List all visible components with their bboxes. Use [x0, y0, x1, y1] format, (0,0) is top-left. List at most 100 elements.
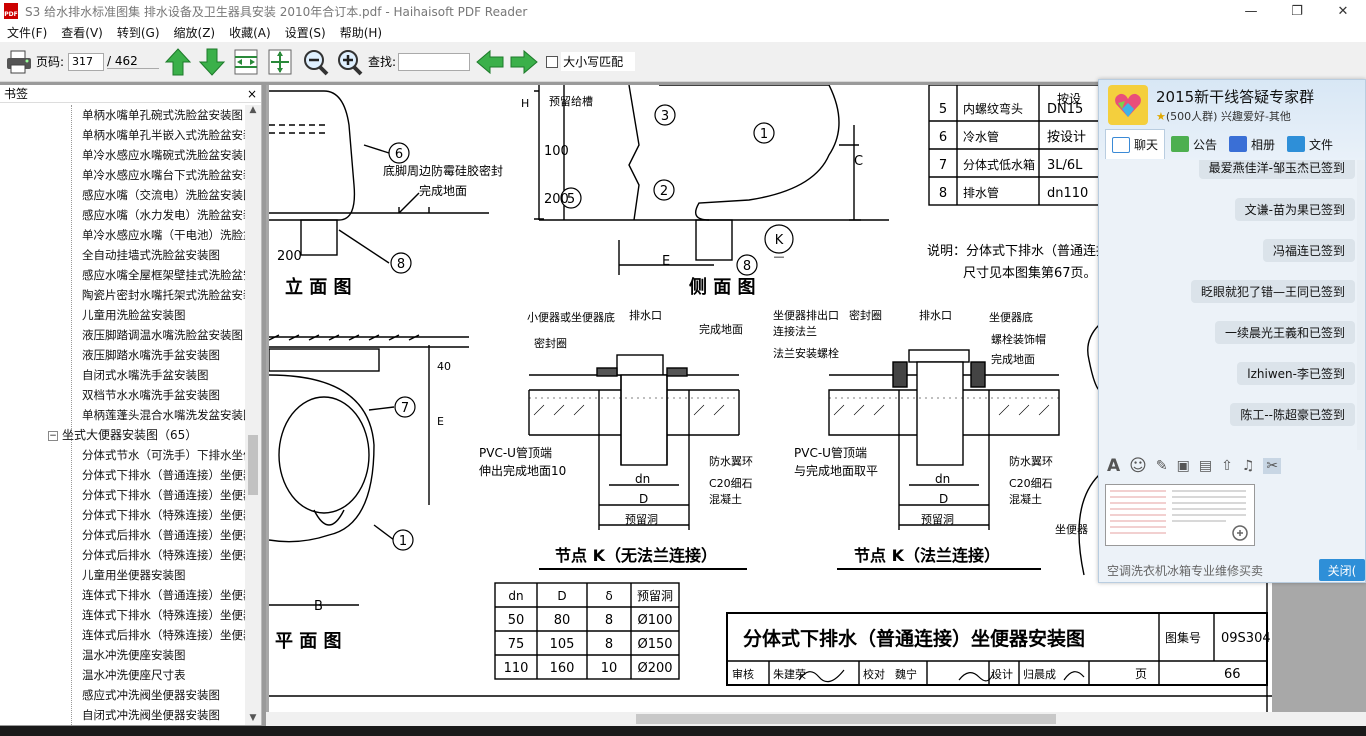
menu-file[interactable]: 文件(F)	[0, 24, 54, 41]
find-next-icon[interactable]	[508, 46, 540, 78]
bookmark-item[interactable]: 液压脚踏调温水嘴洗脸盆安装图	[0, 325, 246, 345]
close-window-button[interactable]: ✕	[1320, 0, 1366, 22]
bookmark-item[interactable]: 感应水嘴（交流电）洗脸盆安装图	[0, 185, 246, 205]
horizontal-scrollbar[interactable]	[266, 712, 1366, 726]
bookmark-item[interactable]: 分体式下排水（普通连接）坐便器安装图	[0, 485, 246, 505]
gift-icon[interactable]: ▣	[1177, 458, 1190, 474]
image-icon[interactable]: ▤	[1199, 458, 1212, 474]
label-dn-a: dn	[635, 472, 650, 486]
dim-e: E	[662, 254, 670, 269]
bookmark-item[interactable]: 单柄水嘴单孔半嵌入式洗脸盆安装图	[0, 125, 246, 145]
menu-favorites[interactable]: 收藏(A)	[222, 24, 278, 41]
zoom-out-icon[interactable]	[301, 46, 331, 78]
scroll-down-icon[interactable]: ▼	[245, 713, 261, 723]
menu-view[interactable]: 查看(V)	[54, 24, 110, 41]
menu-help[interactable]: 帮助(H)	[333, 24, 389, 41]
bookmark-item[interactable]: 陶瓷片密封水嘴托架式洗脸盆安装图	[0, 285, 246, 305]
pen-icon[interactable]: ✎	[1156, 458, 1168, 474]
bookmark-item[interactable]: 自闭式冲洗阀坐便器安装图	[0, 705, 246, 725]
bookmark-item[interactable]: 液压脚踏水嘴洗手盆安装图	[0, 345, 246, 365]
bookmarks-scroll-thumb[interactable]	[248, 435, 258, 495]
tab-album[interactable]: 相册	[1223, 129, 1281, 159]
bookmark-label: 分体式后排水（普通连接）坐便器安装图	[82, 528, 246, 542]
bookmark-label: 连体式后排水（特殊连接）坐便器安装图	[82, 628, 246, 642]
bookmark-item[interactable]: 全自动挂墙式洗脸盆安装图	[0, 245, 246, 265]
bookmark-item[interactable]: 感应水嘴（水力发电）洗脸盆安装图	[0, 205, 246, 225]
label-deco-b: 螺栓装饰帽	[991, 332, 1046, 346]
bookmark-item[interactable]: 连体式后排水（特殊连接）坐便器安装图	[0, 625, 246, 645]
menu-zoom[interactable]: 缩放(Z)	[167, 24, 223, 41]
dim-200-side: 200	[544, 192, 569, 207]
fit-page-icon[interactable]	[265, 46, 295, 78]
dim-table-cell: 160	[550, 661, 575, 676]
find-input[interactable]	[398, 52, 471, 71]
bookmark-item[interactable]: 分体式后排水（特殊连接）坐便器安装图	[0, 545, 246, 565]
bookmark-item[interactable]: 感应式冲洗阀坐便器安装图	[0, 685, 246, 705]
chat-message: 冯福连已签到	[1262, 239, 1355, 262]
minimize-button[interactable]: —	[1228, 0, 1274, 22]
horizontal-scroll-thumb[interactable]	[636, 714, 1056, 724]
arrow-down-icon[interactable]	[197, 46, 227, 78]
tab-files[interactable]: 文件	[1281, 129, 1339, 159]
bookmark-item[interactable]: 双档节水水嘴洗手盆安装图	[0, 385, 246, 405]
bookmark-item[interactable]: 分体式下排水（特殊连接）坐便器安装图	[0, 505, 246, 525]
callout-number: 3	[661, 109, 669, 124]
collapse-toggle-icon[interactable]: −	[48, 430, 58, 441]
menu-goto[interactable]: 转到(G)	[110, 24, 167, 41]
parts-partial-cell: 按设	[1057, 92, 1081, 106]
bookmark-label: 分体式下排水（普通连接）坐便器安装图	[82, 468, 246, 482]
bookmark-item[interactable]: 单冷水感应水嘴（干电池）洗脸盆安装图	[0, 225, 246, 245]
dim-table-cell: 80	[554, 613, 571, 628]
callout-number: 8	[743, 259, 751, 274]
pdf-app-icon: PDF	[4, 3, 18, 19]
page-number-input[interactable]	[68, 52, 105, 71]
parts-table-cell: 6	[939, 130, 947, 145]
dim-table-header: 预留洞	[637, 589, 673, 603]
restore-button[interactable]: ❐	[1274, 0, 1320, 22]
arrow-up-icon[interactable]	[163, 46, 193, 78]
bookmark-item[interactable]: 分体式下排水（普通连接）坐便器安装图	[0, 465, 246, 485]
chat-close-button[interactable]: 关闭(	[1319, 559, 1365, 581]
print-icon[interactable]	[5, 47, 33, 77]
bookmark-group[interactable]: − 坐式大便器安装图（65）	[0, 425, 246, 445]
callout-number: 1	[760, 127, 768, 142]
bookmark-label: 双档节水水嘴洗手盆安装图	[82, 388, 220, 402]
music-icon[interactable]: ♫	[1242, 458, 1255, 474]
tab-chat[interactable]: 聊天	[1105, 129, 1166, 159]
group-avatar-icon[interactable]	[1108, 85, 1148, 125]
fit-width-icon[interactable]	[231, 46, 261, 78]
chat-scrollbar[interactable]	[1357, 160, 1365, 450]
emoji-icon[interactable]: ☺	[1129, 456, 1147, 476]
scissors-icon[interactable]: ✂	[1263, 458, 1282, 474]
bookmark-item[interactable]: 连体式下排水（普通连接）坐便器安装图	[0, 585, 246, 605]
bookmark-item[interactable]: 分体式后排水（普通连接）坐便器安装图	[0, 525, 246, 545]
label-toilet-base: 小便器或坐便器底	[527, 310, 615, 324]
bookmark-item[interactable]: 儿童用坐便器安装图	[0, 565, 246, 585]
bookmark-item[interactable]: 单柄水嘴单孔碗式洗脸盆安装图	[0, 105, 246, 125]
bookmark-item[interactable]: 单柄莲蓬头混合水嘴洗发盆安装图	[0, 405, 246, 425]
bookmarks-close-button[interactable]: ×	[247, 87, 257, 101]
note-line-1: 说明：分体式下排水（普通连接）	[927, 243, 1122, 259]
bookmark-item[interactable]: 连体式下排水（特殊连接）坐便器安装图	[0, 605, 246, 625]
upload-icon[interactable]: ⇧	[1221, 458, 1233, 474]
bookmark-item[interactable]: 单冷水感应水嘴台下式洗脸盆安装图	[0, 165, 246, 185]
bookmarks-scrollbar[interactable]: ▲ ▼	[245, 105, 261, 725]
screenshot-thumbnail[interactable]	[1105, 484, 1255, 546]
menu-bar: 文件(F) 查看(V) 转到(G) 缩放(Z) 收藏(A) 设置(S) 帮助(H…	[0, 22, 1366, 42]
menu-settings[interactable]: 设置(S)	[278, 24, 333, 41]
scroll-up-icon[interactable]: ▲	[245, 105, 261, 115]
find-prev-icon[interactable]	[474, 46, 506, 78]
font-icon[interactable]: A	[1107, 456, 1120, 476]
dim-table-header: dn	[508, 589, 523, 603]
bookmark-item[interactable]: 温水冲洗便座安装图	[0, 645, 246, 665]
bookmark-item[interactable]: 温水冲洗便座尺寸表	[0, 665, 246, 685]
bookmark-item[interactable]: 儿童用洗脸盆安装图	[0, 305, 246, 325]
bookmark-item[interactable]: 分体式节水（可洗手）下排水坐便器安装图	[0, 445, 246, 465]
zoom-in-icon[interactable]	[335, 46, 365, 78]
bookmark-item[interactable]: 感应水嘴全屋框架壁挂式洗脸盆安装图	[0, 265, 246, 285]
tab-notice[interactable]: 公告	[1165, 129, 1223, 159]
footer-text: 空调洗衣机冰箱专业维修买卖	[1107, 563, 1264, 578]
match-case-checkbox[interactable]	[546, 55, 559, 68]
bookmark-item[interactable]: 单冷水感应水嘴碗式洗脸盆安装图	[0, 145, 246, 165]
bookmark-item[interactable]: 自闭式水嘴洗手盆安装图	[0, 365, 246, 385]
